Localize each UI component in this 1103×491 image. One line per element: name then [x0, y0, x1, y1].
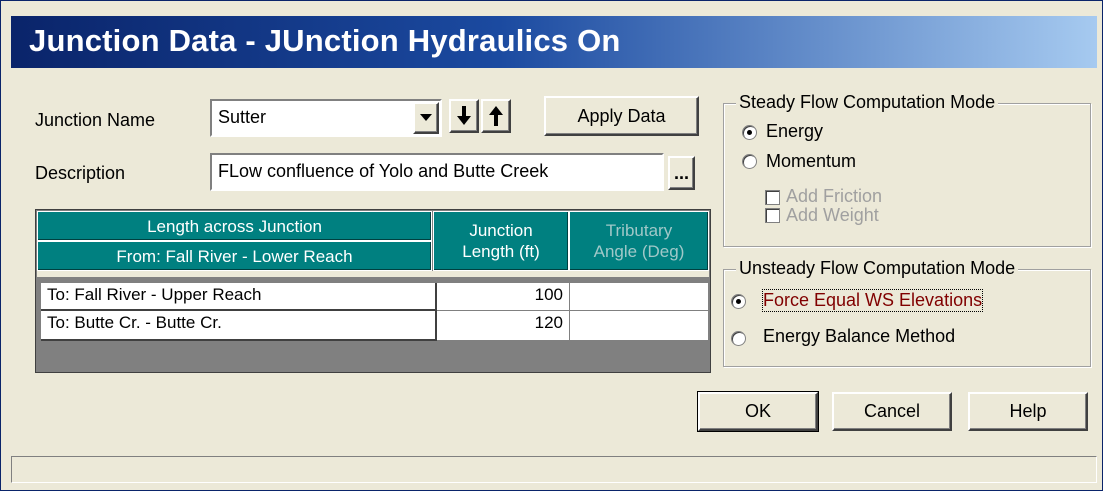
browse-label: ... — [673, 162, 689, 183]
arrow-down-icon — [457, 106, 471, 125]
header-angle-line2: Angle (Deg) — [593, 242, 685, 261]
momentum-radio[interactable] — [742, 154, 757, 169]
header-tributary-angle: Tributary Angle (Deg) — [569, 211, 709, 271]
junction-name-select[interactable]: Sutter — [210, 99, 442, 137]
table-row-to-reach[interactable]: To: Butte Cr. - Butte Cr. — [41, 311, 437, 341]
help-label: Help — [1009, 401, 1047, 421]
apply-data-label: Apply Data — [577, 105, 666, 126]
force-equal-label[interactable]: Force Equal WS Elevations — [761, 289, 984, 312]
cancel-label: Cancel — [863, 401, 921, 421]
status-bar — [11, 456, 1097, 483]
header-angle-line1: Tributary — [605, 221, 673, 240]
momentum-label[interactable]: Momentum — [766, 151, 856, 172]
table-row-angle[interactable] — [570, 311, 709, 341]
description-label: Description — [35, 163, 126, 183]
window-title: Junction Data - JUnction Hydraulics On — [29, 23, 621, 58]
description-value: FLow confluence of Yolo and Butte Creek — [218, 161, 549, 181]
ok-label: OK — [744, 401, 771, 421]
energy-label[interactable]: Energy — [766, 121, 823, 142]
header-from-reach: From: Fall River - Lower Reach — [37, 241, 432, 271]
table-row-to-reach[interactable]: To: Fall River - Upper Reach — [41, 283, 437, 311]
move-up-button[interactable] — [481, 99, 511, 133]
energy-balance-radio[interactable] — [731, 331, 746, 346]
energy-balance-label[interactable]: Energy Balance Method — [763, 326, 955, 347]
browse-description-button[interactable]: ... — [668, 156, 695, 190]
add-friction-checkbox[interactable] — [765, 190, 780, 205]
add-weight-checkbox[interactable] — [765, 208, 780, 223]
junction-name-value: Sutter — [218, 107, 267, 127]
chevron-down-icon — [420, 114, 432, 121]
table-row-length[interactable]: 100 — [437, 283, 570, 311]
help-button[interactable]: Help — [968, 392, 1088, 431]
header-junction-length: Junction Length (ft) — [433, 211, 569, 271]
energy-radio[interactable] — [742, 125, 757, 140]
ok-button[interactable]: OK — [697, 391, 819, 432]
add-friction-label: Add Friction — [786, 186, 883, 206]
description-input[interactable]: FLow confluence of Yolo and Butte Creek — [210, 153, 664, 191]
junction-data-dialog: Junction Data - JUnction Hydraulics On J… — [0, 0, 1103, 491]
steady-flow-title: Steady Flow Computation Mode — [736, 92, 999, 113]
table-row-length[interactable]: 120 — [437, 311, 570, 341]
header-length-across: Length across Junction — [37, 211, 432, 241]
dropdown-button[interactable] — [413, 102, 439, 134]
junction-name-label: Junction Name — [35, 110, 156, 130]
unsteady-flow-title: Unsteady Flow Computation Mode — [736, 258, 1019, 279]
unsteady-flow-group: Unsteady Flow Computation Mode — [723, 258, 1091, 367]
header-length-line1: Junction — [469, 221, 533, 240]
force-equal-radio[interactable] — [731, 294, 746, 309]
arrow-up-icon — [489, 106, 503, 126]
move-down-button[interactable] — [449, 99, 479, 133]
title-bar: Junction Data - JUnction Hydraulics On — [11, 16, 1097, 68]
table-row-angle[interactable] — [570, 283, 709, 311]
header-length-line2: Length (ft) — [462, 242, 540, 261]
cancel-button[interactable]: Cancel — [832, 392, 952, 431]
add-weight-label: Add Weight — [786, 205, 879, 225]
apply-data-button[interactable]: Apply Data — [544, 96, 699, 136]
table-spacer — [37, 271, 709, 277]
